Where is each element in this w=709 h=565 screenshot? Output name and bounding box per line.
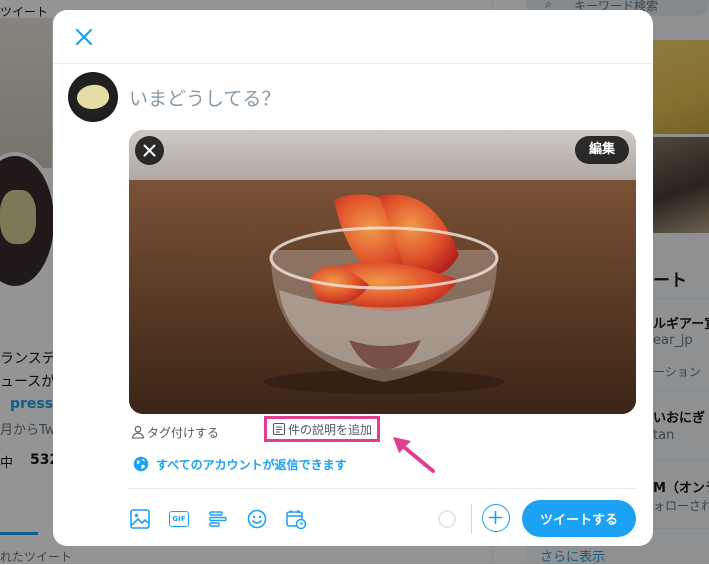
toolbar-separator	[471, 504, 472, 534]
edit-photo-button[interactable]: 編集	[574, 136, 629, 164]
compose-tweet-modal: 編集 タグ付けする 件の説明を追加 すべてのアカウントが返信できます	[53, 10, 653, 546]
plus-icon	[488, 510, 503, 525]
add-emoji-button[interactable]	[244, 506, 270, 532]
add-media-button[interactable]	[127, 506, 153, 532]
tweet-text-input[interactable]	[129, 84, 629, 114]
smiley-icon	[247, 509, 267, 529]
attached-photo[interactable]: 編集	[129, 130, 636, 414]
close-icon	[143, 144, 156, 157]
add-gif-button[interactable]: GIF	[166, 506, 192, 532]
remove-photo-button[interactable]	[135, 136, 164, 165]
reply-setting-label: すべてのアカウントが返信できます	[156, 457, 347, 472]
toolbar-divider	[127, 488, 637, 489]
annotation-arrow-icon	[393, 437, 435, 473]
person-icon	[132, 425, 144, 439]
calendar-clock-icon	[286, 510, 307, 530]
poll-icon	[209, 511, 227, 527]
add-thread-button[interactable]	[482, 504, 510, 532]
globe-icon	[133, 456, 149, 472]
reply-setting-button[interactable]: すべてのアカウントが返信できます	[133, 454, 347, 474]
image-icon	[130, 509, 150, 529]
close-icon	[75, 28, 93, 46]
character-count-progress	[438, 510, 456, 528]
close-button[interactable]	[71, 24, 97, 50]
avatar[interactable]	[68, 72, 118, 122]
photo-plums-in-glass-bowl	[129, 130, 636, 414]
document-icon	[272, 422, 286, 436]
tweet-button[interactable]: ツイートする	[522, 500, 636, 537]
add-description-label: 件の説明を追加	[288, 422, 373, 437]
schedule-button[interactable]	[283, 506, 309, 532]
gif-icon: GIF	[169, 511, 189, 527]
tag-people-button[interactable]: タグ付けする	[131, 422, 219, 442]
add-poll-button[interactable]	[205, 506, 231, 532]
add-description-button[interactable]: 件の説明を追加	[264, 416, 381, 442]
modal-header	[53, 10, 653, 64]
tag-people-label: タグ付けする	[147, 425, 220, 440]
compose-toolbar: GIF	[127, 504, 322, 534]
